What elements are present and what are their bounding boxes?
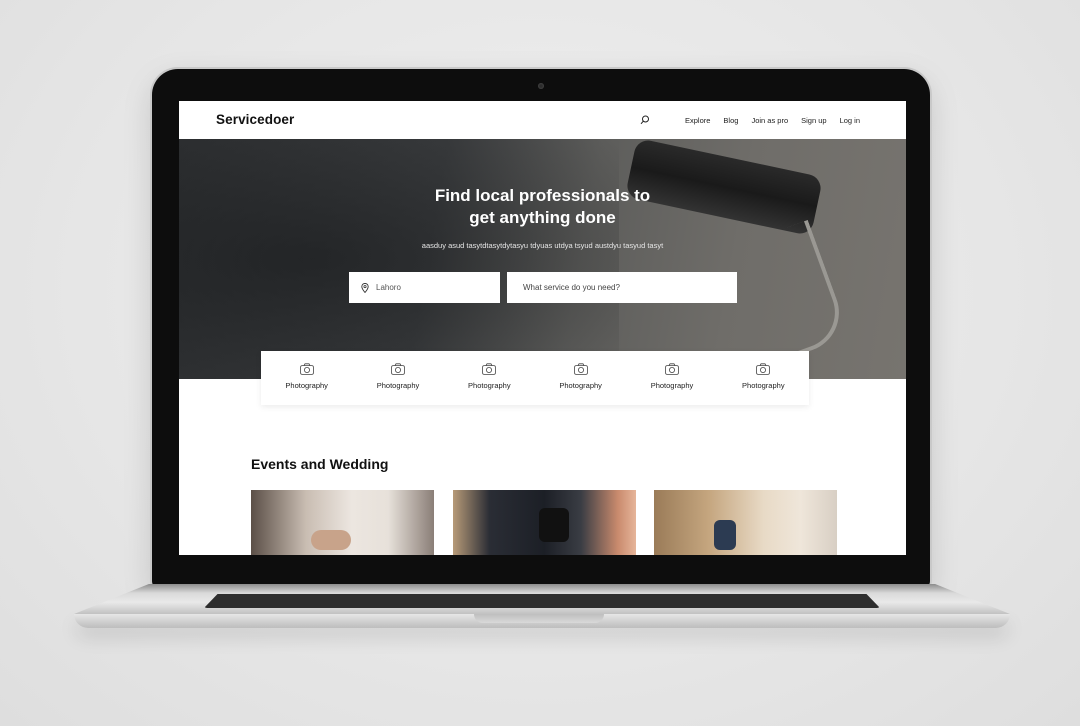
camera-icon [482,363,497,375]
location-field[interactable]: Lahoro [349,272,500,303]
hero-title-line2: get anything done [469,208,616,227]
category-item[interactable]: Photography [535,351,626,405]
service-search-input[interactable]: What service do you need? [507,272,737,303]
renovation-photo[interactable] [654,490,837,555]
category-label: Photography [559,381,602,390]
camera-icon [665,363,679,375]
location-pin-icon [361,282,369,293]
hero-banner: Find local professionals to get anything… [179,139,906,379]
category-label: Photography [376,381,420,390]
webcam [538,83,544,89]
category-item[interactable]: Photography [444,351,535,405]
hero-title: Find local professionals to get anything… [179,185,906,229]
category-label: Photography [650,381,694,390]
top-navbar: Servicedoer Explore Blog Join as pro Sig… [179,101,906,139]
laptop-base [74,584,1010,642]
category-item[interactable]: Photography [261,351,352,405]
category-bar: Photography Photography Photography Phot… [261,351,809,405]
category-item[interactable]: Photography [626,351,717,405]
photo-worker [714,520,736,550]
search-icon[interactable] [640,115,650,125]
nav-links: Explore Blog Join as pro Sign up Log in [640,115,860,125]
location-value: Lahoro [376,283,401,292]
section-title: Events and Wedding [251,456,389,472]
category-label: Photography [468,381,511,390]
photographer-photo[interactable] [453,490,636,555]
nav-log-in[interactable]: Log in [840,116,860,125]
category-item[interactable]: Photography [352,351,443,405]
hero-texture [179,139,619,379]
laptop-notch [474,614,604,623]
camera-icon [756,363,771,375]
nav-explore[interactable]: Explore [685,116,710,125]
category-label: Photography [742,381,785,390]
nav-join-as-pro[interactable]: Join as pro [751,116,788,125]
site-logo[interactable]: Servicedoer [216,112,294,127]
category-label: Photography [285,381,328,390]
camera-icon [573,363,588,375]
hero-title-line1: Find local professionals to [434,186,651,205]
laptop-keyboard-edge [204,594,880,608]
nav-blog[interactable]: Blog [723,116,738,125]
photo-hands [311,530,351,550]
laptop-lid: Servicedoer Explore Blog Join as pro Sig… [152,69,930,589]
service-placeholder: What service do you need? [523,283,620,292]
laptop-screen: Servicedoer Explore Blog Join as pro Sig… [179,101,906,555]
camera-icon [391,363,405,375]
hero-subtitle: aasduy asud tasytdtasytdytasyu tdyuas ut… [421,241,664,250]
photo-camera [539,508,569,542]
camera-icon [299,363,314,375]
wedding-dress-photo[interactable] [251,490,434,555]
nav-sign-up[interactable]: Sign up [801,116,826,125]
category-item[interactable]: Photography [718,351,809,405]
